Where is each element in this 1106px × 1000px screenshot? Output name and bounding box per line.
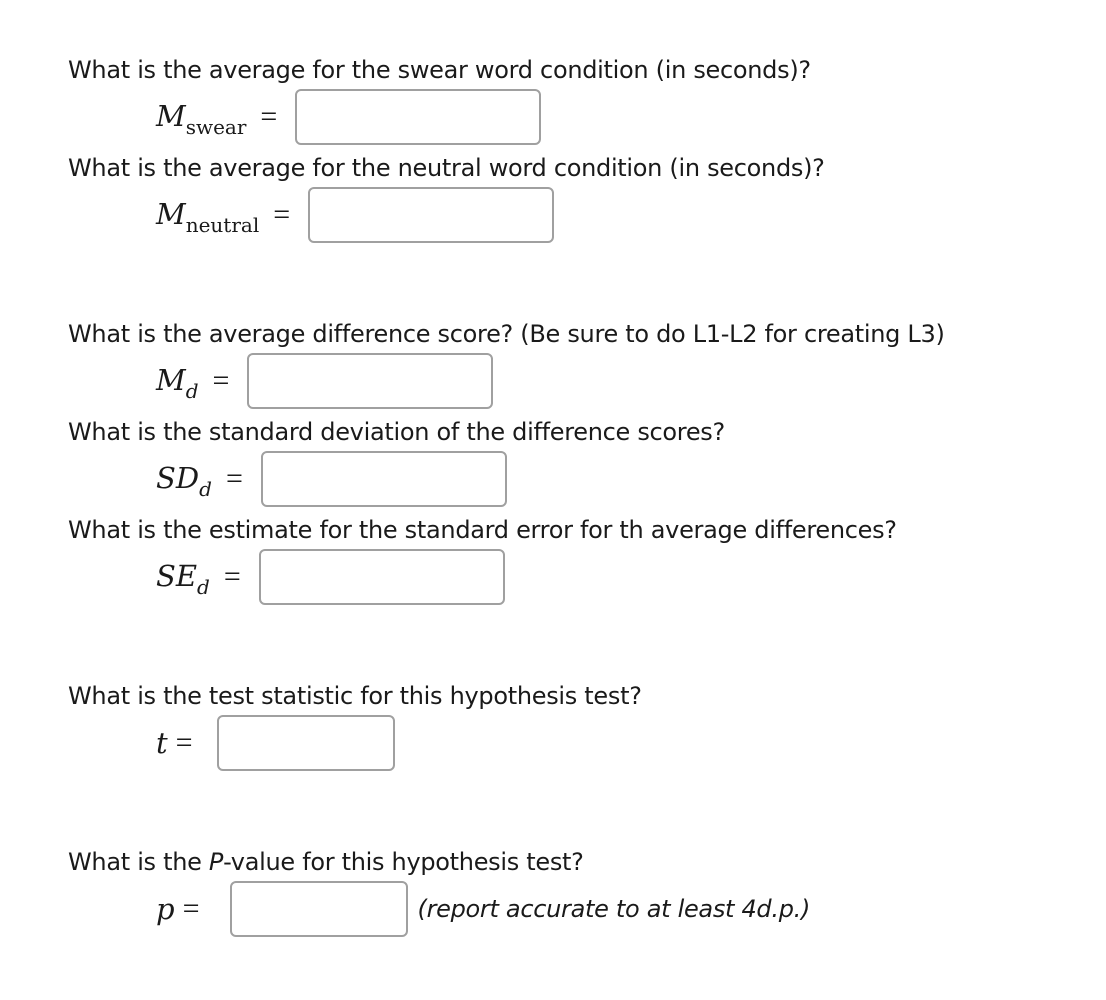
subscript: d — [185, 378, 199, 403]
equals-sign: = — [182, 892, 200, 925]
p-input[interactable] — [229, 881, 408, 937]
math-label-se-d: SEd — [156, 558, 210, 599]
question-swear-mean: What is the average for the swear word c… — [68, 56, 811, 84]
m-d-input[interactable] — [247, 353, 494, 409]
answer-row-se-difference: SEd = — [156, 549, 505, 605]
subscript: swear — [185, 114, 247, 139]
math-label-sd-d: SDd — [156, 460, 212, 501]
math-label-m-swear: Mswear — [156, 98, 246, 139]
se-d-input[interactable] — [258, 549, 505, 605]
prompt-italic-p: P — [208, 848, 224, 876]
answer-row-mean-difference: Md = — [156, 353, 494, 409]
question-mean-difference: What is the average difference score? (B… — [68, 320, 945, 348]
symbol: M — [156, 196, 186, 231]
prompt-text: -value for this hypothesis test? — [223, 848, 584, 876]
t-input[interactable] — [216, 715, 395, 771]
math-label-m-d: Md — [156, 362, 199, 403]
sd-d-input[interactable] — [260, 451, 507, 507]
prompt-text: What is the — [68, 848, 209, 876]
question-test-statistic: What is the test statistic for this hypo… — [68, 682, 642, 710]
symbol: SD — [156, 460, 200, 495]
equals-sign: = — [273, 198, 291, 231]
question-p-value: What is the P-value for this hypothesis … — [68, 848, 584, 876]
m-neutral-input[interactable] — [308, 187, 555, 243]
question-se-difference: What is the estimate for the standard er… — [68, 516, 897, 544]
subscript: d — [199, 476, 212, 501]
equals-sign: = — [212, 364, 230, 397]
answer-row-p-value: p = (report accurate to at least 4d.p.) — [156, 881, 810, 937]
answer-row-swear-mean: Mswear = — [156, 89, 542, 145]
subscript: d — [197, 574, 210, 599]
equals-sign: = — [175, 726, 193, 759]
question-sd-difference: What is the standard deviation of the di… — [68, 418, 725, 446]
math-label-p: p — [156, 892, 175, 926]
precision-note: (report accurate to at least 4d.p.) — [417, 895, 811, 923]
equals-sign: = — [225, 462, 243, 495]
symbol: SE — [156, 558, 198, 593]
symbol: M — [156, 98, 186, 133]
equals-sign: = — [260, 100, 278, 133]
answer-row-test-statistic: t = — [156, 715, 395, 771]
question-neutral-mean: What is the average for the neutral word… — [68, 154, 825, 182]
equals-sign: = — [223, 560, 241, 593]
subscript: neutral — [185, 212, 260, 237]
math-label-m-neutral: Mneutral — [156, 196, 259, 237]
math-label-t: t — [156, 726, 168, 760]
answer-row-neutral-mean: Mneutral = — [156, 187, 555, 243]
answer-row-sd-difference: SDd = — [156, 451, 507, 507]
m-swear-input[interactable] — [295, 89, 542, 145]
symbol: M — [156, 362, 186, 397]
